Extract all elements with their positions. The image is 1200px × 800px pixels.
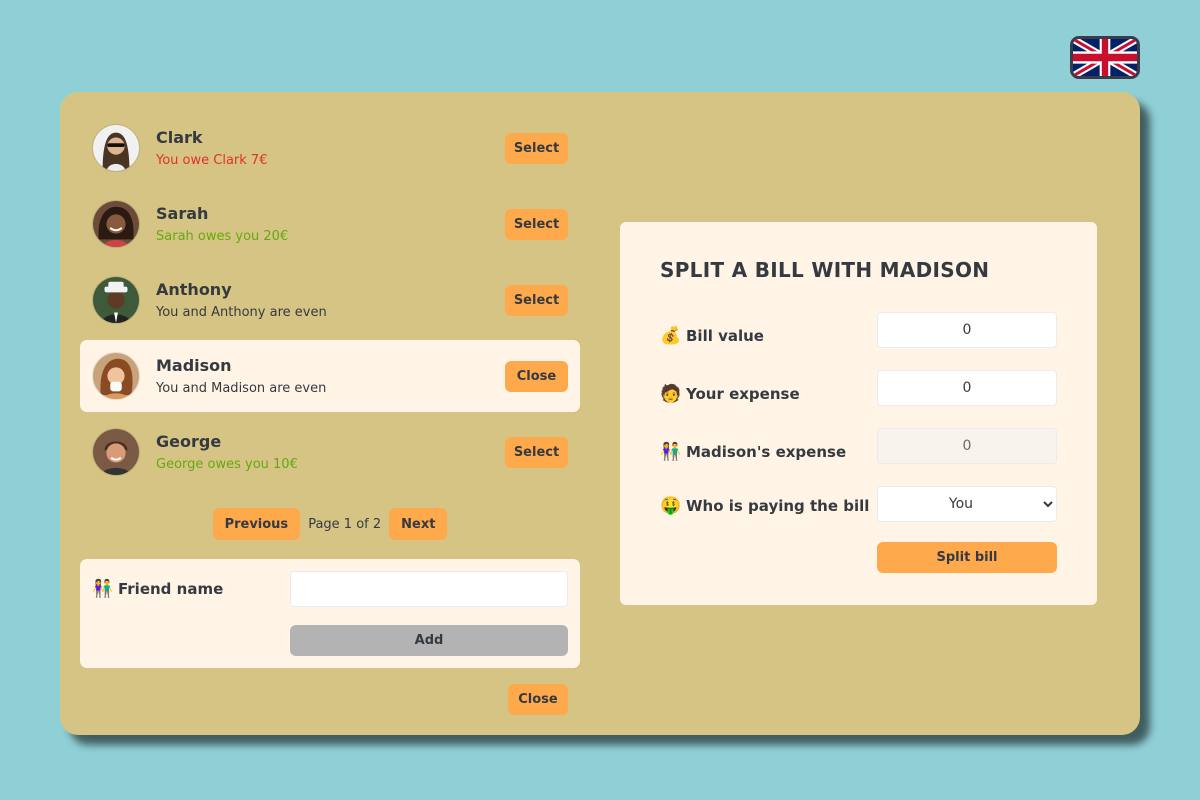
your-expense-label-row: 🧑 Your expense: [660, 384, 800, 404]
friend-name: George: [156, 432, 222, 451]
avatar: [92, 276, 140, 324]
payer-label: Who is paying the bill: [686, 497, 870, 515]
friend-balance: Sarah owes you 20€: [156, 229, 289, 244]
your-expense-input[interactable]: [877, 370, 1057, 406]
bill-value-label-row: 💰 Bill value: [660, 326, 764, 346]
close-button[interactable]: Close: [508, 684, 568, 715]
add-button[interactable]: Add: [290, 625, 568, 656]
friend-balance: You and Madison are even: [156, 381, 327, 396]
friend-item-anthony: Anthony You and Anthony are even Select: [80, 264, 580, 336]
uk-flag-icon[interactable]: [1070, 36, 1140, 79]
select-button[interactable]: Select: [505, 437, 568, 468]
people-icon: 👫: [660, 442, 682, 462]
payer-label-row: 🤑 Who is paying the bill: [660, 496, 869, 516]
split-bill-button[interactable]: Split bill: [877, 542, 1057, 573]
friend-name: Sarah: [156, 204, 209, 223]
friend-name-label-row: 👫 Friend name: [92, 579, 223, 599]
pagination: Previous Page 1 of 2 Next: [80, 508, 580, 540]
person-icon: 🧑: [660, 384, 682, 404]
people-icon: 👫: [92, 579, 114, 599]
select-button[interactable]: Select: [505, 209, 568, 240]
select-button[interactable]: Select: [505, 133, 568, 164]
money-face-icon: 🤑: [660, 496, 682, 516]
avatar: [92, 124, 140, 172]
friend-expense-label-row: 👫 Madison's expense: [660, 442, 846, 462]
friend-item-clark: Clark You owe Clark 7€ Select: [80, 112, 580, 184]
bill-value-input[interactable]: [877, 312, 1057, 348]
friend-item-george: George George owes you 10€ Select: [80, 416, 580, 488]
avatar: [92, 352, 140, 400]
friend-balance: George owes you 10€: [156, 457, 298, 472]
friend-name-input[interactable]: [290, 571, 568, 607]
friend-balance: You and Anthony are even: [156, 305, 327, 320]
add-friend-form: 👫 Friend name Add: [80, 559, 580, 668]
friend-name: Anthony: [156, 280, 232, 299]
bill-value-label: Bill value: [686, 327, 764, 345]
payer-select[interactable]: You: [877, 486, 1057, 522]
avatar: [92, 200, 140, 248]
friend-list: Clark You owe Clark 7€ Select Sarah Sara…: [80, 112, 580, 540]
page-indicator: Page 1 of 2: [308, 516, 382, 532]
friend-expense-label: Madison's expense: [686, 443, 847, 461]
app-card: Clark You owe Clark 7€ Select Sarah Sara…: [60, 92, 1140, 735]
friend-item-madison: Madison You and Madison are even Close: [80, 340, 580, 412]
split-title: SPLIT A BILL WITH MADISON: [660, 258, 990, 282]
friend-name-label: Friend name: [118, 580, 224, 598]
money-bag-icon: 💰: [660, 326, 682, 346]
friend-item-sarah: Sarah Sarah owes you 20€ Select: [80, 188, 580, 260]
previous-button[interactable]: Previous: [212, 508, 301, 540]
select-button[interactable]: Select: [505, 285, 568, 316]
avatar: [92, 428, 140, 476]
friend-balance: You owe Clark 7€: [156, 153, 268, 168]
friend-name: Madison: [156, 356, 232, 375]
friend-name: Clark: [156, 128, 203, 147]
your-expense-label: Your expense: [686, 385, 800, 403]
close-friend-button[interactable]: Close: [505, 361, 568, 392]
split-bill-form: SPLIT A BILL WITH MADISON 💰 Bill value 🧑…: [620, 222, 1097, 605]
next-button[interactable]: Next: [389, 508, 448, 540]
friend-expense-input: [877, 428, 1057, 464]
